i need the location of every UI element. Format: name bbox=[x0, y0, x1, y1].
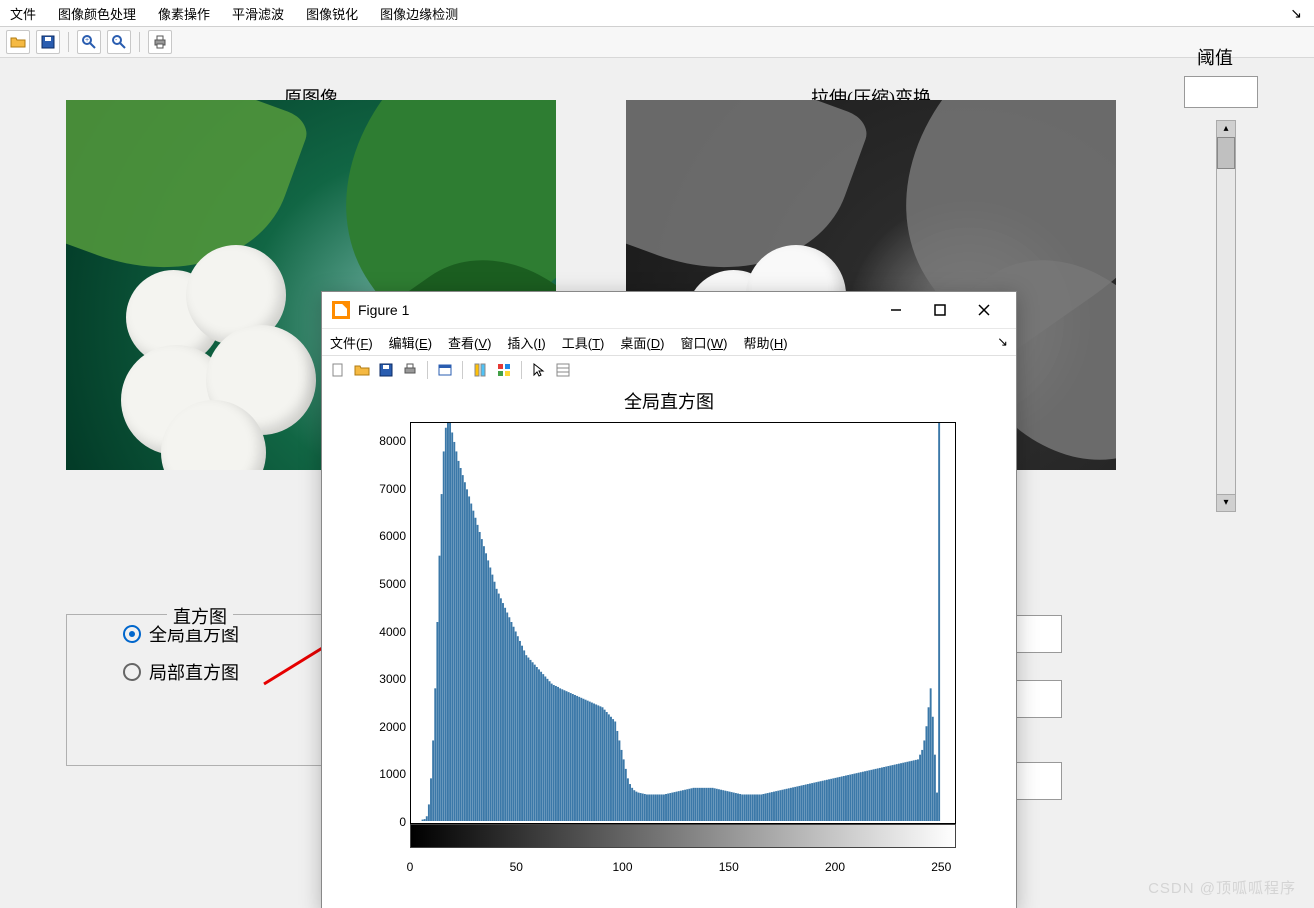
toolbar-separator bbox=[139, 32, 140, 52]
histogram-panel-legend: 直方图 bbox=[167, 603, 233, 629]
close-button[interactable] bbox=[962, 295, 1006, 325]
menubar-corner-icon[interactable]: ↘ bbox=[1290, 5, 1308, 22]
svg-text:+: + bbox=[85, 37, 89, 44]
fig-menu-file[interactable]: 文件(F) bbox=[330, 333, 373, 352]
fig-menu-edit[interactable]: 编辑(E) bbox=[389, 333, 432, 352]
fig-menu-window[interactable]: 窗口(W) bbox=[680, 333, 727, 352]
zoom-out-icon[interactable]: - bbox=[107, 30, 131, 54]
plot-title: 全局直方图 bbox=[322, 384, 1016, 414]
y-tick-label: 5000 bbox=[372, 577, 406, 591]
dock-icon[interactable] bbox=[470, 360, 490, 380]
x-tick-label: 50 bbox=[501, 860, 531, 874]
new-icon[interactable] bbox=[328, 360, 348, 380]
slider-up-arrow[interactable]: ▴ bbox=[1217, 121, 1235, 138]
figure-menubar: 文件(F) 编辑(E) 查看(V) 插入(I) 工具(T) 桌面(D) 窗口(W… bbox=[322, 328, 1016, 356]
y-tick-label: 6000 bbox=[372, 529, 406, 543]
radio-local[interactable] bbox=[123, 663, 141, 681]
y-tick-label: 1000 bbox=[372, 767, 406, 781]
zoom-in-icon[interactable]: + bbox=[77, 30, 101, 54]
plot-area: 全局直方图 010002000300040005000600070008000 … bbox=[322, 384, 1016, 908]
print-icon[interactable] bbox=[148, 30, 172, 54]
fig-menu-insert[interactable]: 插入(I) bbox=[507, 333, 545, 352]
y-tick-label: 8000 bbox=[372, 434, 406, 448]
figure-window: Figure 1 文件(F) 编辑(E) 查看(V) 插入(I) 工具(T) 桌… bbox=[321, 291, 1017, 908]
print-icon[interactable] bbox=[400, 360, 420, 380]
toolbar-separator bbox=[68, 32, 69, 52]
slider-thumb[interactable] bbox=[1217, 137, 1235, 169]
threshold-input[interactable] bbox=[1184, 76, 1258, 108]
x-tick-label: 250 bbox=[926, 860, 956, 874]
watermark: CSDN @顶呱呱程序 bbox=[1148, 877, 1296, 898]
fig-menu-view[interactable]: 查看(V) bbox=[448, 333, 491, 352]
fig-menubar-corner-icon[interactable]: ↘ bbox=[997, 334, 1008, 350]
menu-sharpen[interactable]: 图像锐化 bbox=[302, 2, 362, 25]
link-icon[interactable] bbox=[435, 360, 455, 380]
radio-local-row[interactable]: 局部直方图 bbox=[67, 653, 327, 691]
x-tick-label: 100 bbox=[608, 860, 638, 874]
figure-title: Figure 1 bbox=[358, 302, 409, 318]
fig-menu-tools[interactable]: 工具(T) bbox=[562, 333, 605, 352]
maximize-button[interactable] bbox=[918, 295, 962, 325]
figure-titlebar[interactable]: Figure 1 bbox=[322, 292, 1016, 328]
x-tick-label: 0 bbox=[395, 860, 425, 874]
menu-smooth[interactable]: 平滑滤波 bbox=[228, 2, 288, 25]
fig-menu-desktop[interactable]: 桌面(D) bbox=[620, 333, 664, 352]
colorbar-icon[interactable] bbox=[494, 360, 514, 380]
fig-toolbar-separator bbox=[462, 361, 463, 379]
histogram-bars bbox=[411, 423, 953, 821]
open-folder-icon[interactable] bbox=[352, 360, 372, 380]
radio-local-label: 局部直方图 bbox=[149, 659, 239, 685]
x-tick-label: 150 bbox=[714, 860, 744, 874]
minimize-button[interactable] bbox=[874, 295, 918, 325]
y-tick-label: 2000 bbox=[372, 720, 406, 734]
save-icon[interactable] bbox=[376, 360, 396, 380]
menu-file[interactable]: 文件 bbox=[6, 2, 40, 25]
threshold-slider[interactable]: ▴ ▾ bbox=[1216, 120, 1236, 512]
menu-color[interactable]: 图像颜色处理 bbox=[54, 2, 140, 25]
y-tick-label: 7000 bbox=[372, 482, 406, 496]
intensity-gradient-bar bbox=[410, 824, 956, 848]
save-icon[interactable] bbox=[36, 30, 60, 54]
figure-toolbar bbox=[322, 356, 1016, 385]
main-toolbar: + - bbox=[0, 27, 1314, 58]
main-menubar: 文件 图像颜色处理 像素操作 平滑滤波 图像锐化 图像边缘检测 ↘ bbox=[0, 0, 1314, 27]
main-window: 文件 图像颜色处理 像素操作 平滑滤波 图像锐化 图像边缘检测 ↘ + - 原图… bbox=[0, 0, 1314, 908]
fig-toolbar-separator bbox=[521, 361, 522, 379]
fig-menu-help[interactable]: 帮助(H) bbox=[743, 333, 787, 352]
histogram-panel: 直方图 全局直方图 局部直方图 bbox=[66, 614, 328, 766]
pointer-icon[interactable] bbox=[529, 360, 549, 380]
radio-global[interactable] bbox=[123, 625, 141, 643]
properties-icon[interactable] bbox=[553, 360, 573, 380]
open-folder-icon[interactable] bbox=[6, 30, 30, 54]
fig-toolbar-separator bbox=[427, 361, 428, 379]
matlab-icon bbox=[332, 301, 350, 319]
menu-edge[interactable]: 图像边缘检测 bbox=[376, 2, 462, 25]
x-tick-label: 200 bbox=[820, 860, 850, 874]
y-tick-label: 0 bbox=[372, 815, 406, 829]
y-tick-label: 3000 bbox=[372, 672, 406, 686]
slider-down-arrow[interactable]: ▾ bbox=[1217, 494, 1235, 511]
y-tick-label: 4000 bbox=[372, 625, 406, 639]
threshold-label: 阈值 bbox=[1175, 44, 1255, 70]
menu-pixel[interactable]: 像素操作 bbox=[154, 2, 214, 25]
